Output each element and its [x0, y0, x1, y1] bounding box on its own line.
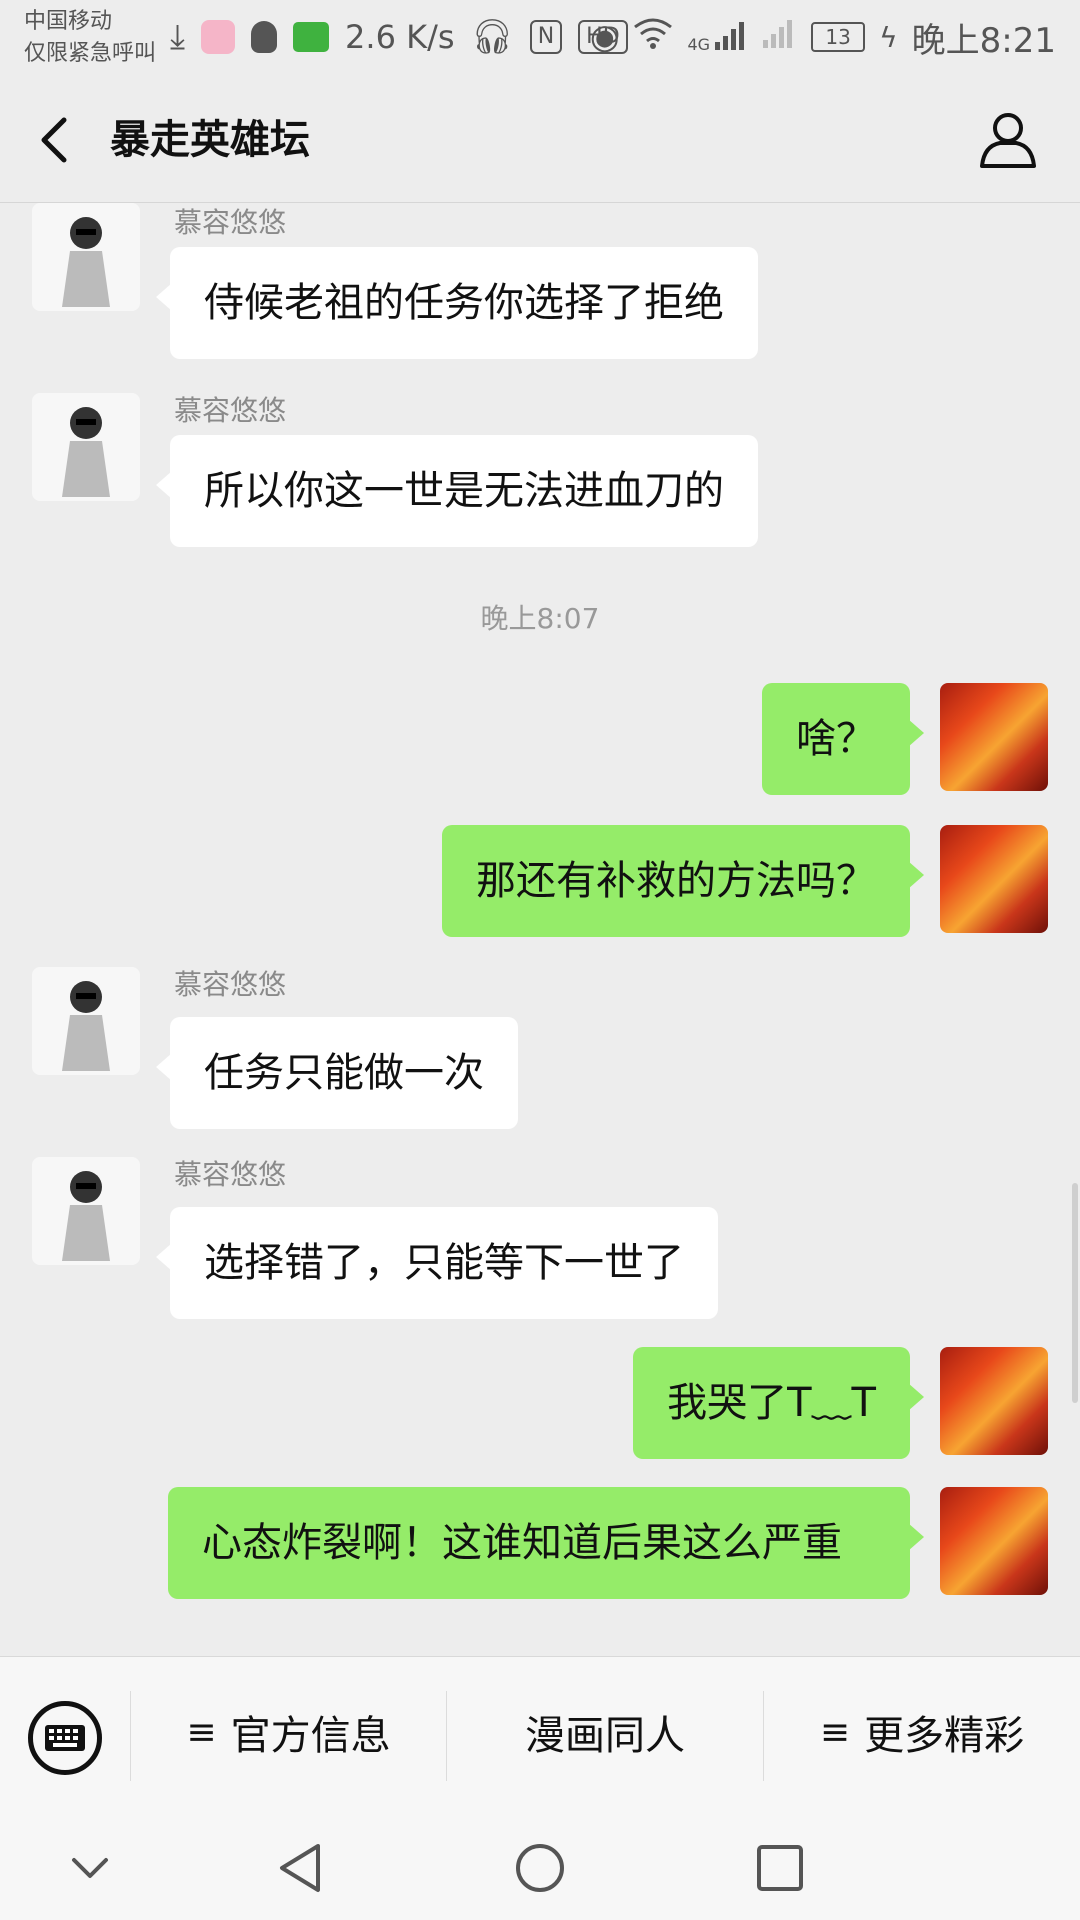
sender-name: 慕容悠悠 [174, 1158, 287, 1191]
sender-name: 慕容悠悠 [174, 206, 287, 239]
hide-nav-button[interactable] [50, 1838, 130, 1898]
contact-avatar[interactable] [32, 203, 140, 311]
status-bar: 中国移动 仅限紧急呼叫 ⤓ 2.6 K/s 🎧︎ N HD ◉ 4G 13 ϟ … [0, 0, 1080, 80]
message-bubble[interactable]: 啥？ [762, 683, 924, 795]
nav-back-button[interactable] [260, 1838, 340, 1898]
download-icon: ⤓ [170, 17, 186, 57]
chat-area[interactable]: 慕容悠悠 侍候老祖的任务你选择了拒绝 慕容悠悠 所以你这一世是无法进血刀的 晚上… [0, 203, 1080, 1656]
chat-header: 暴走英雄坛 [0, 80, 1080, 203]
headphones-icon: 🎧︎ [470, 17, 514, 57]
signal-icon: 4G [687, 20, 749, 54]
user-avatar[interactable] [940, 1347, 1048, 1455]
menu-label: 更多精彩 [864, 1713, 1025, 1759]
nav-home-button[interactable] [500, 1838, 580, 1898]
battery-icon: 13 [811, 22, 866, 52]
no-signal-icon [763, 17, 797, 57]
eye-icon: ◉ [589, 17, 620, 57]
user-avatar[interactable] [940, 1487, 1048, 1595]
message-row: 啥？ [0, 683, 1080, 795]
profile-button[interactable] [976, 108, 1040, 172]
keyboard-toggle-button[interactable] [28, 1701, 102, 1775]
notification-icons: ⤓ 2.6 K/s 🎧︎ N HD [170, 12, 628, 62]
nav-recents-button[interactable] [740, 1838, 820, 1898]
qq-icon [251, 21, 278, 53]
back-button[interactable] [30, 108, 80, 172]
contact-avatar[interactable] [32, 967, 140, 1075]
circle-home-icon [516, 1844, 564, 1892]
message-timestamp: 晚上8:07 [480, 602, 600, 635]
message-row: 慕容悠悠 所以你这一世是无法进血刀的 [0, 389, 1080, 549]
navigation-bar [0, 1816, 1080, 1920]
menu-comics[interactable]: 漫画同人 [447, 1677, 763, 1787]
wifi-icon [633, 17, 673, 58]
carrier-name: 中国移动 [24, 9, 113, 34]
network-type: 4G [687, 35, 711, 54]
menu-list-icon: ≡ [186, 1711, 217, 1753]
person-icon [980, 113, 1036, 168]
app-notification-icon [201, 20, 236, 54]
menu-more[interactable]: ≡ 更多精彩 [764, 1677, 1080, 1787]
keyboard-icon [45, 1725, 85, 1751]
sender-name: 慕容悠悠 [174, 394, 287, 427]
menu-official-info[interactable]: ≡ 官方信息 [131, 1677, 446, 1787]
message-bubble[interactable]: 选择错了，只能等下一世了 [156, 1207, 718, 1319]
sender-name: 慕容悠悠 [174, 968, 287, 1001]
message-row: 我哭了T﹏T [0, 1347, 1080, 1459]
message-bubble[interactable]: 我哭了T﹏T [633, 1347, 924, 1459]
message-bubble[interactable]: 任务只能做一次 [156, 1017, 518, 1129]
user-avatar[interactable] [940, 683, 1048, 791]
scrollbar[interactable] [1072, 1183, 1078, 1403]
charging-icon: ϟ [879, 20, 898, 54]
menu-list-icon: ≡ [819, 1711, 851, 1753]
menu-label: 官方信息 [230, 1713, 391, 1759]
carrier-info: 中国移动 仅限紧急呼叫 [24, 6, 156, 70]
triangle-back-icon [280, 1844, 320, 1892]
message-bubble[interactable]: 侍候老祖的任务你选择了拒绝 [156, 247, 758, 359]
message-row: 那还有补救的方法吗？ [0, 825, 1080, 937]
message-row: 慕容悠悠 侍候老祖的任务你选择了拒绝 [0, 203, 1080, 363]
message-bubble[interactable]: 心态炸裂啊！这谁知道后果这么严重 [168, 1487, 924, 1599]
iqiyi-icon [293, 22, 330, 52]
chevron-left-icon [41, 117, 67, 163]
message-bubble[interactable]: 那还有补救的方法吗？ [442, 825, 924, 937]
system-status: ◉ 4G 13 ϟ 晚上8:21 [590, 12, 1056, 62]
contact-avatar[interactable] [32, 393, 140, 501]
carrier-status: 仅限紧急呼叫 [24, 41, 157, 66]
clock: 晚上8:21 [911, 20, 1056, 61]
message-row: 慕容悠悠 任务只能做一次 [0, 967, 1080, 1129]
network-speed: 2.6 K/s [345, 18, 455, 56]
message-bubble[interactable]: 所以你这一世是无法进血刀的 [156, 435, 758, 547]
official-account-menu: ≡ 官方信息 漫画同人 ≡ 更多精彩 [0, 1656, 1080, 1817]
menu-label: 漫画同人 [525, 1713, 685, 1759]
square-recents-icon [757, 1845, 803, 1891]
contact-avatar[interactable] [32, 1157, 140, 1265]
message-row: 慕容悠悠 选择错了，只能等下一世了 [0, 1157, 1080, 1319]
message-row: 心态炸裂啊！这谁知道后果这么严重 [0, 1487, 1080, 1656]
chat-title: 暴走英雄坛 [110, 117, 310, 163]
user-avatar[interactable] [940, 825, 1048, 933]
nfc-icon: N [529, 20, 563, 54]
chevron-down-icon [72, 1858, 108, 1878]
